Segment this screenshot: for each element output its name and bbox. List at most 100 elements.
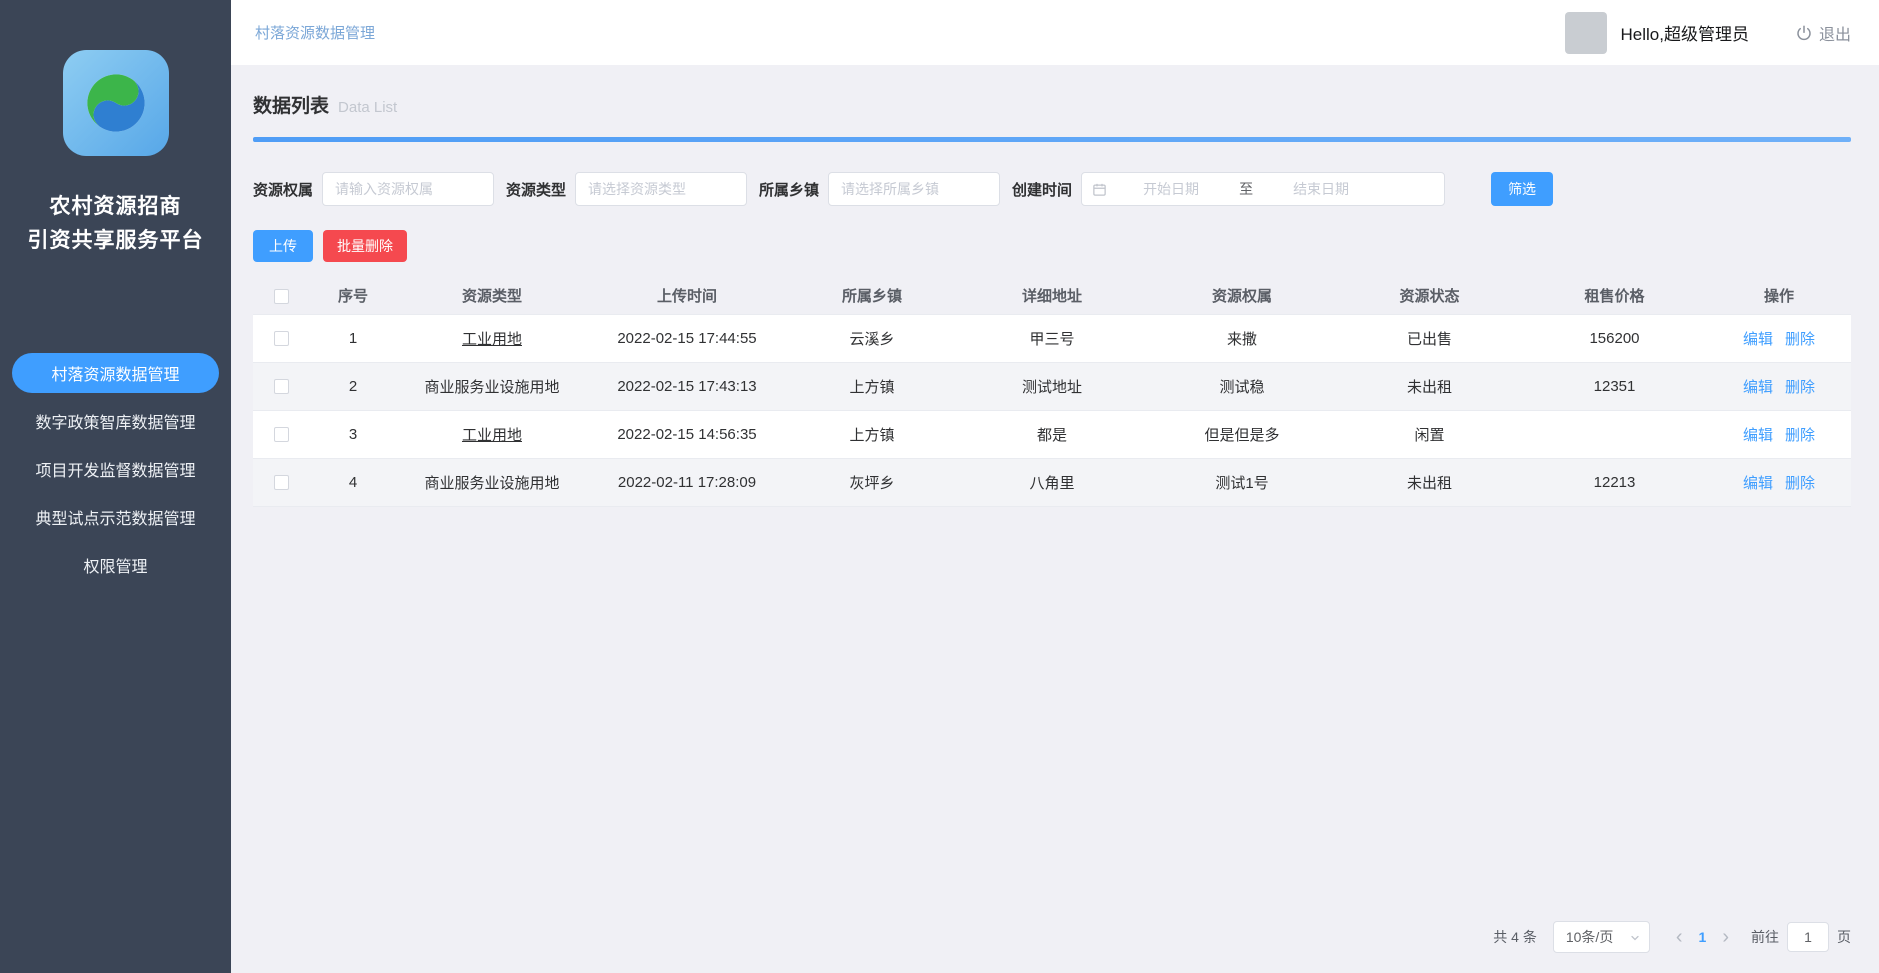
delete-link[interactable]: 删除	[1785, 475, 1815, 492]
column-header-price: 租售价格	[1522, 278, 1707, 314]
upload-button[interactable]: 上传	[253, 230, 313, 262]
table-header-row: 序号 资源类型 上传时间 所属乡镇 详细地址 资源权属 资源状态 租售价格 操作	[253, 278, 1851, 314]
cell-address: 八角里	[957, 458, 1147, 506]
cell-ownership: 但是但是多	[1147, 410, 1337, 458]
cell-upload-time: 2022-02-15 17:44:55	[587, 314, 787, 362]
pagination-current-page[interactable]: 1	[1691, 929, 1715, 945]
row-checkbox[interactable]	[274, 427, 289, 442]
app-title-line1: 农村资源招商	[28, 190, 204, 224]
row-checkbox[interactable]	[274, 475, 289, 490]
table-row: 4 商业服务业设施用地 2022-02-11 17:28:09 灰坪乡 八角里 …	[253, 458, 1851, 506]
app-title: 农村资源招商 引资共享服务平台	[28, 190, 204, 257]
filter-ownership: 资源权属	[253, 172, 494, 206]
sidebar-item-label: 项目开发监督数据管理	[35, 457, 195, 481]
goto-label: 前往	[1751, 927, 1779, 947]
cell-price: 12213	[1522, 458, 1707, 506]
cell-town: 上方镇	[787, 410, 957, 458]
ownership-input[interactable]	[322, 172, 494, 206]
cell-status: 闲置	[1337, 410, 1522, 458]
column-header-seq: 序号	[309, 278, 397, 314]
chevron-left-icon[interactable]: ‹	[1668, 927, 1691, 947]
cell-status: 未出租	[1337, 458, 1522, 506]
topbar-right: Hello,超级管理员 退出	[1565, 12, 1851, 54]
sidebar-item-pilot-demo-data[interactable]: 典型试点示范数据管理	[12, 497, 219, 537]
pagination: 共 4 条 10条/页 ‹ 1 › 前往 页	[253, 915, 1851, 955]
page-size-value: 10条/页	[1566, 927, 1613, 947]
cell-type: 工业用地	[397, 410, 587, 458]
breadcrumb[interactable]: 村落资源数据管理	[255, 22, 375, 43]
topbar: 村落资源数据管理 Hello,超级管理员 退出	[231, 0, 1879, 65]
end-date-input[interactable]	[1257, 174, 1385, 204]
app-title-line2: 引资共享服务平台	[28, 224, 204, 258]
avatar	[1565, 12, 1607, 54]
cell-seq: 4	[309, 458, 397, 506]
cell-seq: 1	[309, 314, 397, 362]
edit-link[interactable]: 编辑	[1743, 427, 1773, 444]
data-table: 序号 资源类型 上传时间 所属乡镇 详细地址 资源权属 资源状态 租售价格 操作	[253, 278, 1851, 507]
sidebar-item-label: 典型试点示范数据管理	[35, 505, 195, 529]
town-label: 所属乡镇	[759, 179, 819, 200]
sidebar-item-digital-policy-data[interactable]: 数字政策智库数据管理	[12, 401, 219, 441]
cell-price	[1522, 410, 1707, 458]
main-area: 村落资源数据管理 Hello,超级管理员 退出 数据列表	[231, 0, 1879, 973]
goto-page-input[interactable]	[1787, 922, 1829, 952]
filter-type: 资源类型	[506, 172, 747, 206]
page-subtitle: Data List	[338, 99, 397, 116]
column-header-address: 详细地址	[957, 278, 1147, 314]
sidebar-item-label: 村落资源数据管理	[51, 361, 179, 385]
edit-link[interactable]: 编辑	[1743, 331, 1773, 348]
filter-bar: 资源权属 资源类型 所属乡镇 创建时间	[253, 172, 1851, 206]
logout-button[interactable]: 退出	[1795, 21, 1851, 45]
ownership-label: 资源权属	[253, 179, 313, 200]
action-bar: 上传 批量删除	[253, 230, 1851, 262]
cell-ownership: 测试稳	[1147, 362, 1337, 410]
delete-link[interactable]: 删除	[1785, 379, 1815, 396]
column-header-ownership: 资源权属	[1147, 278, 1337, 314]
sidebar-menu: 村落资源数据管理 数字政策智库数据管理 项目开发监督数据管理 典型试点示范数据管…	[0, 353, 231, 593]
filter-town: 所属乡镇	[759, 172, 1000, 206]
cell-type: 商业服务业设施用地	[397, 458, 587, 506]
cell-status: 已出售	[1337, 314, 1522, 362]
column-header-upload-time: 上传时间	[587, 278, 787, 314]
select-all-checkbox[interactable]	[274, 289, 289, 304]
filter-created-time: 创建时间 至	[1012, 172, 1445, 206]
sidebar-item-label: 权限管理	[83, 553, 147, 577]
power-icon	[1795, 24, 1813, 42]
town-select-input[interactable]	[828, 172, 1000, 206]
row-checkbox[interactable]	[274, 379, 289, 394]
cell-ownership: 来撒	[1147, 314, 1337, 362]
app-root: 农村资源招商 引资共享服务平台 村落资源数据管理 数字政策智库数据管理 项目开发…	[0, 0, 1879, 973]
chevron-down-icon	[1629, 931, 1641, 947]
delete-link[interactable]: 删除	[1785, 427, 1815, 444]
cell-price: 12351	[1522, 362, 1707, 410]
start-date-input[interactable]	[1107, 174, 1235, 204]
edit-link[interactable]: 编辑	[1743, 475, 1773, 492]
sidebar-item-village-resource-data[interactable]: 村落资源数据管理	[12, 353, 219, 393]
logout-label: 退出	[1819, 21, 1851, 45]
content: 数据列表 Data List 资源权属 资源类型 所属乡镇	[231, 65, 1879, 973]
type-select-input[interactable]	[575, 172, 747, 206]
sidebar: 农村资源招商 引资共享服务平台 村落资源数据管理 数字政策智库数据管理 项目开发…	[0, 0, 231, 973]
column-header-operations: 操作	[1707, 278, 1851, 314]
cell-upload-time: 2022-02-15 17:43:13	[587, 362, 787, 410]
chevron-right-icon[interactable]: ›	[1714, 927, 1737, 947]
row-checkbox[interactable]	[274, 331, 289, 346]
page-size-select[interactable]: 10条/页	[1553, 921, 1650, 953]
filter-button[interactable]: 筛选	[1491, 172, 1553, 206]
cell-type: 工业用地	[397, 314, 587, 362]
table-row: 3 工业用地 2022-02-15 14:56:35 上方镇 都是 但是但是多 …	[253, 410, 1851, 458]
batch-delete-button[interactable]: 批量删除	[323, 230, 407, 262]
delete-link[interactable]: 删除	[1785, 331, 1815, 348]
sidebar-item-permission-management[interactable]: 权限管理	[12, 545, 219, 585]
date-range-picker[interactable]: 至	[1081, 172, 1445, 206]
edit-link[interactable]: 编辑	[1743, 379, 1773, 396]
cell-address: 甲三号	[957, 314, 1147, 362]
cell-seq: 2	[309, 362, 397, 410]
pagination-total: 共 4 条	[1493, 927, 1537, 947]
column-header-status: 资源状态	[1337, 278, 1522, 314]
sidebar-item-project-supervision-data[interactable]: 项目开发监督数据管理	[12, 449, 219, 489]
cell-ownership: 测试1号	[1147, 458, 1337, 506]
cell-upload-time: 2022-02-11 17:28:09	[587, 458, 787, 506]
type-label: 资源类型	[506, 179, 566, 200]
created-time-label: 创建时间	[1012, 179, 1072, 200]
